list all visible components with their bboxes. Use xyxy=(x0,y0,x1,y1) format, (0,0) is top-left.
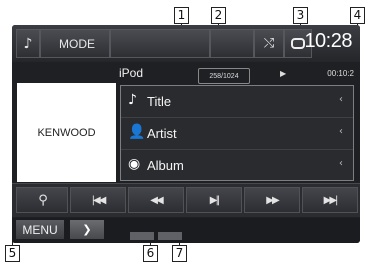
callout-2: 2 xyxy=(211,7,226,24)
play-pause-button[interactable]: ▶|| xyxy=(186,187,242,213)
search-icon: ⚲ xyxy=(38,192,47,208)
music-note-icon: ♪ xyxy=(128,92,137,108)
menu-button[interactable]: MENU xyxy=(16,220,64,239)
album-artwork[interactable]: KENWOOD xyxy=(17,83,116,182)
callout-3: 3 xyxy=(293,7,308,24)
fast-forward-button[interactable]: ▶▶ xyxy=(244,187,300,213)
search-button[interactable]: ⚲ xyxy=(16,187,68,213)
title-row[interactable]: ♪ Title ‹ xyxy=(121,86,353,118)
menu-label: MENU xyxy=(22,222,58,237)
previous-icon: |◀◀ xyxy=(91,194,107,206)
topbar-spacer xyxy=(110,29,210,58)
track-info-panel: ♪ Title ‹ 👤 Artist ‹ ◉ Album ‹ xyxy=(120,85,354,181)
previous-track-button[interactable]: |◀◀ xyxy=(70,187,126,213)
next-icon: ▶▶| xyxy=(323,194,339,206)
callout-6: 6 xyxy=(143,245,158,262)
chevron-left-icon: ‹ xyxy=(339,158,343,169)
shuffle-icon: ⤭ xyxy=(263,36,275,51)
mode-button[interactable]: MODE xyxy=(40,29,110,58)
callout-5: 5 xyxy=(5,245,20,262)
artist-label: Artist xyxy=(147,126,177,141)
artwork-label: KENWOOD xyxy=(37,126,96,139)
chevron-right-icon: ❯ xyxy=(82,223,92,236)
next-track-button[interactable]: ▶▶| xyxy=(302,187,358,213)
elapsed-time: 00:10:2 xyxy=(327,69,354,78)
indicator-6 xyxy=(130,232,154,240)
callout-4: 4 xyxy=(350,7,365,24)
person-icon: 👤 xyxy=(128,124,146,140)
shuffle-button[interactable]: ⤭ xyxy=(254,29,284,58)
chevron-left-icon: ‹ xyxy=(339,126,343,137)
source-icon-button[interactable]: ♪ xyxy=(16,29,40,58)
chevron-left-icon: ‹ xyxy=(339,94,343,105)
indicator-7 xyxy=(158,232,182,240)
playback-controls: ⚲ |◀◀ ◀◀ ▶|| ▶▶ ▶▶| xyxy=(12,183,360,217)
callout-7: 7 xyxy=(172,245,187,262)
rewind-icon: ◀◀ xyxy=(150,194,163,206)
open-arrow-button[interactable]: ❯ xyxy=(70,220,104,239)
play-status-icon: ▶ xyxy=(280,69,287,78)
callout-1: 1 xyxy=(174,7,189,24)
source-name: iPod xyxy=(119,66,144,80)
title-label: Title xyxy=(147,94,172,109)
top-bar: ♪ MODE ⤭ 10:28 xyxy=(12,25,360,62)
bottom-bar: MENU ❯ xyxy=(12,218,360,243)
mode-label: MODE xyxy=(59,36,95,51)
album-label: Album xyxy=(147,158,184,173)
repeat-icon xyxy=(291,38,305,49)
album-row[interactable]: ◉ Album ‹ xyxy=(121,150,353,181)
music-note-icon: ♪ xyxy=(23,35,33,52)
disc-icon: ◉ xyxy=(128,156,141,172)
topbar-spacer-2 xyxy=(210,29,254,58)
clock: 10:28 xyxy=(304,30,352,52)
head-unit-screen: ♪ MODE ⤭ 10:28 iPod 258/1024 ▶ 00:10:2 K… xyxy=(12,25,360,243)
play-pause-icon: ▶|| xyxy=(209,194,221,206)
track-counter: 258/1024 xyxy=(198,68,250,84)
artist-row[interactable]: 👤 Artist ‹ xyxy=(121,118,353,150)
rewind-button[interactable]: ◀◀ xyxy=(128,187,184,213)
fast-forward-icon: ▶▶ xyxy=(266,194,279,206)
